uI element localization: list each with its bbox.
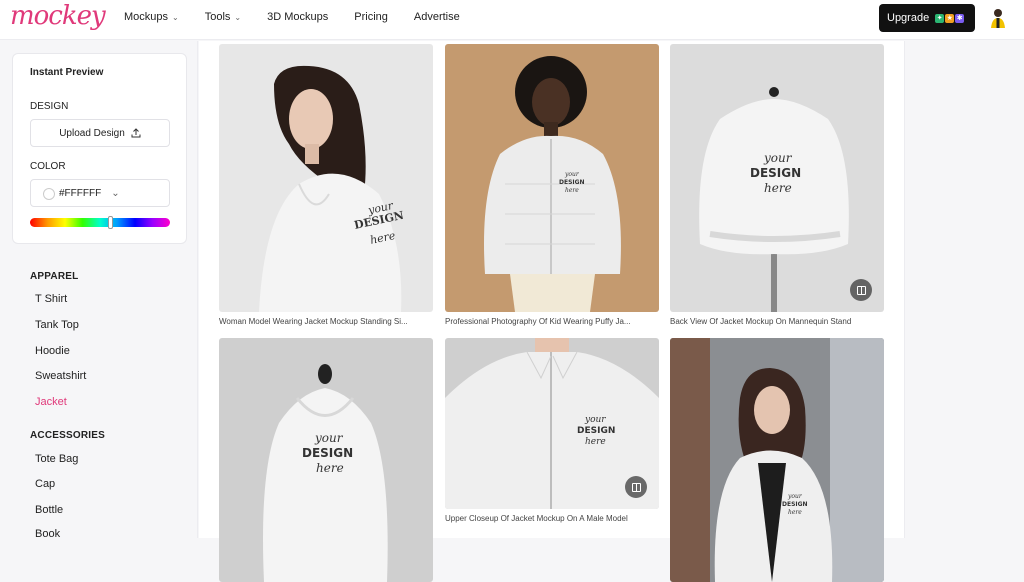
compare-icon[interactable]: [625, 476, 647, 498]
sparkle-icon: ✦: [935, 13, 945, 23]
instant-preview-panel: Instant Preview DESIGN Upload Design COL…: [12, 53, 187, 244]
svg-text:your: your: [314, 431, 344, 445]
hue-slider[interactable]: [30, 216, 170, 229]
mockup-card[interactable]: your DESIGN here: [445, 44, 659, 312]
category-tote-bag[interactable]: Tote Bag: [35, 453, 78, 465]
mockup-card[interactable]: your DESIGN here: [219, 338, 433, 582]
upload-icon: [131, 128, 141, 138]
chevron-down-icon: ⌄: [172, 12, 179, 22]
category-sweatshirt[interactable]: Sweatshirt: [35, 370, 86, 382]
category-t-shirt[interactable]: T Shirt: [35, 293, 67, 305]
mockup-card[interactable]: your DESIGN here: [219, 44, 433, 312]
main-nav: Mockups ⌄ Tools ⌄ 3D Mockups Pricing Adver…: [124, 11, 486, 23]
svg-text:here: here: [788, 509, 802, 516]
nav-mockups[interactable]: Mockups ⌄: [124, 11, 179, 23]
mockup-card[interactable]: your DESIGN here: [670, 338, 884, 582]
svg-text:your: your: [584, 415, 606, 425]
top-navigation-bar: mockey Mockups ⌄ Tools ⌄ 3D Mockups Pricin…: [0, 0, 1024, 40]
upgrade-badges: ✦ ★ ✱: [935, 13, 965, 23]
category-book[interactable]: Book: [35, 528, 60, 540]
apparel-heading: APPAREL: [30, 271, 79, 282]
design-label: DESIGN: [30, 101, 69, 112]
snowflake-icon: ✱: [955, 13, 965, 23]
svg-text:DESIGN: DESIGN: [577, 426, 615, 436]
svg-text:DESIGN: DESIGN: [782, 501, 808, 508]
mockup-caption: Professional Photography Of Kid Wearing …: [445, 317, 631, 326]
nav-advertise-label: Advertise: [413, 11, 460, 23]
svg-text:your: your: [564, 171, 580, 178]
mockup-thumbnail: your DESIGN here: [670, 338, 884, 582]
mockup-caption: Upper Closeup Of Jacket Mockup On A Male…: [445, 514, 628, 523]
svg-text:DESIGN: DESIGN: [750, 166, 801, 180]
category-bottle[interactable]: Bottle: [35, 504, 63, 516]
color-value: #FFFFFF: [59, 187, 102, 199]
star-icon: ★: [945, 13, 955, 23]
upgrade-button[interactable]: Upgrade ✦ ★ ✱: [879, 4, 975, 32]
mockup-thumbnail: your DESIGN here: [445, 44, 659, 312]
svg-text:DESIGN: DESIGN: [302, 446, 353, 460]
user-avatar[interactable]: [990, 8, 1006, 28]
color-swatch: [43, 188, 55, 200]
hue-slider-thumb[interactable]: [108, 216, 113, 229]
nav-pricing[interactable]: Pricing: [354, 11, 388, 23]
nav-pricing-label: Pricing: [354, 11, 388, 23]
nav-mockups-label: Mockups: [124, 11, 169, 23]
sidebar: Instant Preview DESIGN Upload Design COL…: [0, 41, 198, 540]
svg-text:DESIGN: DESIGN: [559, 179, 585, 186]
nav-tools[interactable]: Tools ⌄: [205, 11, 241, 23]
color-label: COLOR: [30, 161, 66, 172]
mockup-card[interactable]: your DESIGN here: [670, 44, 884, 312]
upgrade-label: Upgrade: [887, 12, 930, 24]
brand-logo[interactable]: mockey: [10, 1, 106, 31]
compare-icon[interactable]: [850, 279, 872, 301]
nav-3d-mockups-label: 3D Mockups: [267, 11, 329, 23]
svg-text:here: here: [585, 437, 606, 447]
svg-text:here: here: [316, 461, 344, 475]
chevron-down-icon: ⌄: [111, 187, 120, 199]
nav-advertise[interactable]: Advertise: [414, 11, 460, 23]
chevron-down-icon: ⌄: [234, 12, 242, 22]
mockup-caption: Woman Model Wearing Jacket Mockup Standi…: [219, 317, 408, 326]
mockup-card[interactable]: your DESIGN here: [445, 338, 659, 509]
mockup-thumbnail: your DESIGN here: [670, 44, 884, 312]
svg-text:your: your: [787, 493, 803, 500]
right-rail: [904, 41, 1024, 538]
category-hoodie[interactable]: Hoodie: [35, 345, 70, 357]
svg-text:your: your: [763, 151, 793, 165]
category-jacket[interactable]: Jacket: [35, 396, 67, 408]
nav-3d-mockups[interactable]: 3D Mockups: [267, 11, 328, 23]
accessories-heading: ACCESSORIES: [30, 430, 105, 441]
category-cap[interactable]: Cap: [35, 478, 55, 490]
upload-design-button[interactable]: Upload Design: [30, 119, 170, 147]
color-picker-dropdown[interactable]: #FFFFFF ⌄: [30, 179, 170, 207]
svg-text:here: here: [764, 181, 792, 195]
nav-tools-label: Tools: [204, 11, 231, 23]
mockup-thumbnail: your DESIGN here: [219, 44, 433, 312]
svg-text:here: here: [565, 187, 579, 194]
mockup-caption: Back View Of Jacket Mockup On Mannequin …: [670, 317, 852, 326]
upload-label: Upload Design: [59, 127, 125, 139]
mockup-thumbnail: your DESIGN here: [219, 338, 433, 582]
panel-title: Instant Preview: [30, 67, 104, 78]
category-tank-top[interactable]: Tank Top: [35, 319, 79, 331]
